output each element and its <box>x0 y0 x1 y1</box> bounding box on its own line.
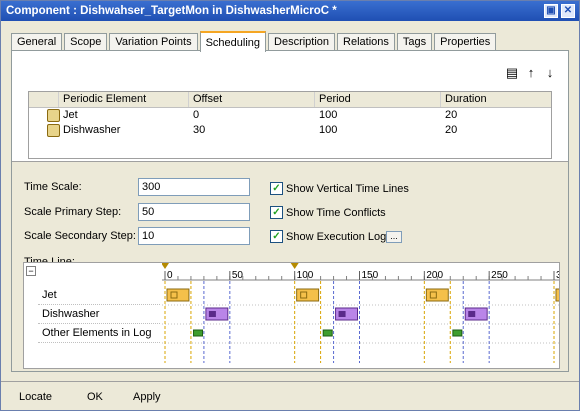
timeline-row-label: Jet <box>38 286 160 305</box>
tick-label: 150 <box>362 270 379 281</box>
header-periodic-element[interactable]: Periodic Element <box>59 92 189 107</box>
properties-icon[interactable]: ▤ <box>504 65 520 81</box>
locate-button[interactable]: Locate <box>19 391 52 403</box>
component-window: Component : Dishwahser_TargetMon in Dish… <box>0 0 580 411</box>
tick-label: 50 <box>232 270 244 281</box>
timeline-chart: − Jet Dishwasher Other Elements in Log 0… <box>23 262 560 369</box>
show-vertical-lines-label: Show Vertical Time Lines <box>286 182 409 195</box>
periodic-elements-table: Periodic Element Offset Period Duration … <box>28 91 552 159</box>
row-icon-cell <box>29 108 60 123</box>
header-period[interactable]: Period <box>315 92 441 107</box>
secondary-step-input[interactable]: 10 <box>138 227 250 245</box>
primary-step-input[interactable]: 50 <box>138 203 250 221</box>
tab-scheduling[interactable]: Scheduling <box>199 31 267 52</box>
checkmark-icon: ✓ <box>270 182 283 195</box>
time-scale-label: Time Scale: <box>24 181 82 193</box>
tab-tags[interactable]: Tags <box>396 33 433 51</box>
log-bar <box>322 329 333 337</box>
footer-bar: Locate OK Apply <box>1 381 579 411</box>
header-icon-col <box>29 92 59 107</box>
period-marker-icon <box>162 263 169 269</box>
title-bar: Component : Dishwahser_TargetMon in Dish… <box>1 1 579 21</box>
dishwasher-bar-inner <box>468 311 476 317</box>
show-conflicts-checkbox[interactable]: ✓ Show Time Conflicts <box>270 206 386 219</box>
scheduling-panel: ▤ ↑ ↓ Periodic Element Offset Period Dur… <box>11 50 569 372</box>
cell-duration: 20 <box>445 109 458 121</box>
jet-bar <box>425 288 449 302</box>
cell-period: 100 <box>319 109 338 121</box>
cell-name: Jet <box>63 109 78 121</box>
tab-description[interactable]: Description <box>268 33 336 51</box>
table-row[interactable]: Dishwasher 30 100 20 <box>29 123 551 138</box>
checkmark-icon: ✓ <box>270 206 283 219</box>
time-scale-input[interactable]: 300 <box>138 178 250 196</box>
jet-bar <box>555 288 559 302</box>
tick-label: 100 <box>297 270 314 281</box>
dishwasher-bar-inner <box>338 311 346 317</box>
cell-offset: 30 <box>193 124 206 136</box>
browse-log-button[interactable]: ... <box>386 231 402 243</box>
show-conflicts-label: Show Time Conflicts <box>286 206 386 219</box>
apply-button[interactable]: Apply <box>133 391 161 403</box>
timeline-row-label: Dishwasher <box>38 305 160 324</box>
cell-period: 100 <box>319 124 338 136</box>
tick-label: 250 <box>491 270 508 281</box>
header-offset[interactable]: Offset <box>189 92 315 107</box>
window-title: Component : Dishwahser_TargetMon in Dish… <box>6 5 337 17</box>
ok-button[interactable]: OK <box>87 391 103 403</box>
log-bar <box>452 329 463 337</box>
table-row[interactable]: Jet 0 100 20 <box>29 108 551 123</box>
secondary-step-label: Scale Secondary Step: <box>24 230 136 242</box>
checkmark-icon: ✓ <box>270 230 283 243</box>
tab-variation-points[interactable]: Variation Points <box>109 33 198 51</box>
row-icon-cell <box>29 123 60 138</box>
cell-duration: 20 <box>445 124 458 136</box>
header-duration[interactable]: Duration <box>441 92 551 107</box>
period-marker-icon <box>290 263 299 269</box>
move-up-icon[interactable]: ↑ <box>523 65 539 81</box>
tab-strip: General Scope Variation Points Schedulin… <box>11 31 498 52</box>
dishwasher-bar-inner <box>208 311 216 317</box>
collapse-icon[interactable]: − <box>26 266 36 276</box>
show-execution-log-label: Show Execution Log <box>286 230 387 243</box>
close-icon[interactable]: ✕ <box>561 4 575 18</box>
table-header: Periodic Element Offset Period Duration <box>29 92 551 108</box>
tick-label: 0 <box>167 270 173 281</box>
restore-icon[interactable]: ▣ <box>544 4 558 18</box>
cell-name: Dishwasher <box>63 124 121 136</box>
table-toolbar: ▤ ↑ ↓ <box>504 65 558 81</box>
move-down-icon[interactable]: ↓ <box>542 65 558 81</box>
tab-relations[interactable]: Relations <box>337 33 395 51</box>
tab-general[interactable]: General <box>11 33 63 51</box>
tick-label: 200 <box>426 270 443 281</box>
cell-offset: 0 <box>193 109 200 121</box>
show-execution-log-checkbox[interactable]: ✓ Show Execution Log <box>270 230 386 243</box>
jet-bar <box>296 288 320 302</box>
log-bar <box>193 329 204 337</box>
tick-label: 300 <box>556 270 559 281</box>
primary-step-label: Scale Primary Step: <box>24 206 122 218</box>
timeline-row-label: Other Elements in Log <box>38 324 160 343</box>
tab-scope[interactable]: Scope <box>64 33 108 51</box>
tab-properties[interactable]: Properties <box>434 33 497 51</box>
show-vertical-lines-checkbox[interactable]: ✓ Show Vertical Time Lines <box>270 182 409 195</box>
timeline-plot: 0 50 100 150 200 250 300 <box>162 263 559 363</box>
jet-bar <box>166 288 190 302</box>
